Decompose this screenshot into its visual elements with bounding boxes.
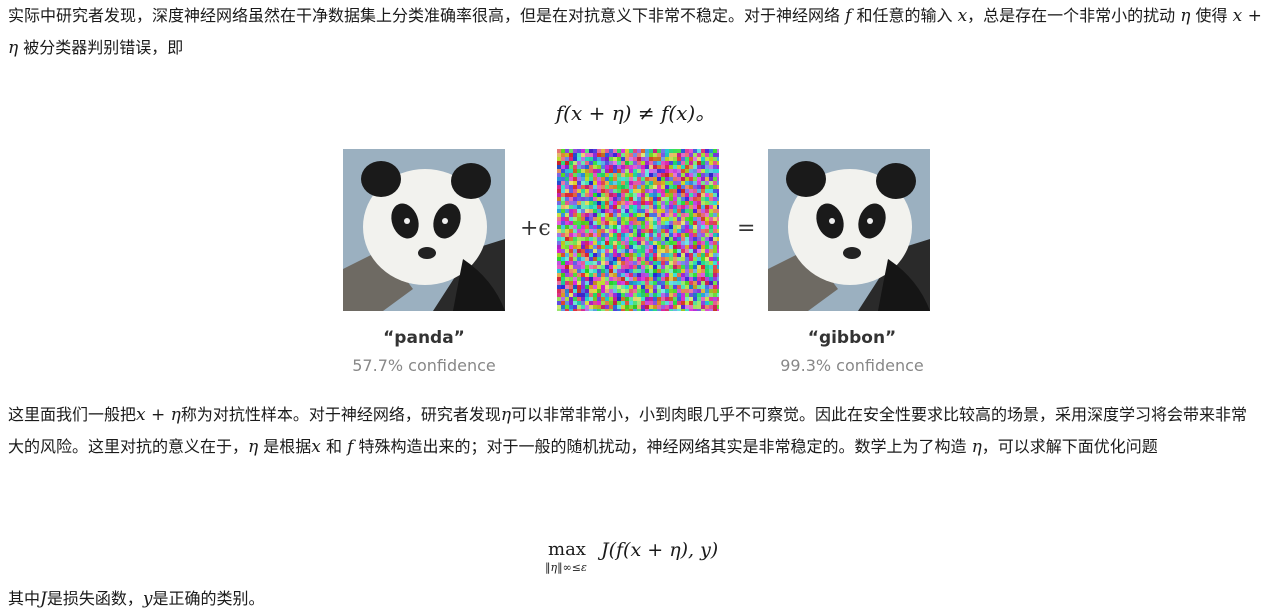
text: 被分类器判别错误，即 <box>18 38 184 57</box>
gibbon-confidence: 99.3% confidence <box>780 356 924 375</box>
text: 是根据 <box>258 437 312 456</box>
intro-paragraph: 实际中研究者发现，深度神经网络虽然在干净数据集上分类准确率很高，但是在对抗意义下… <box>8 0 1263 64</box>
adversarial-paragraph: 这里面我们一般把x + η称为对抗性样本。对于神经网络，研究者发现η可以非常非常… <box>8 399 1263 463</box>
panda-image <box>343 149 505 311</box>
gibbon-image <box>768 149 930 311</box>
math-x: x <box>311 437 321 457</box>
equals-sign: = <box>737 216 756 241</box>
text: 使得 <box>1190 6 1233 25</box>
gibbon-label: “gibbon” <box>807 328 897 348</box>
noise-image <box>557 149 719 311</box>
math-eta: η <box>1180 6 1191 26</box>
max-operator: max <box>548 539 586 560</box>
math-eta: η <box>971 437 982 457</box>
text: ，总是存在一个非常小的扰动 <box>967 6 1181 25</box>
math-eta: η <box>500 405 512 425</box>
max-subscript: ‖η‖∞≤ε <box>545 561 587 574</box>
math-j: J <box>40 589 47 609</box>
text: 称为对抗性样本。对于神经网络，研究者发现 <box>180 405 501 424</box>
panda-confidence: 57.7% confidence <box>352 356 496 375</box>
math-eta: η <box>248 437 259 457</box>
text: ，可以求解下面优化问题 <box>981 437 1158 456</box>
text: 特殊构造出来的；对于一般的随机扰动，神经网络其实是非常稳定的。数学上为了构造 <box>353 437 972 456</box>
plus-epsilon: +ϵ <box>520 216 551 241</box>
closing-paragraph: 其中J是损失函数，y是正确的类别。 <box>8 583 1263 615</box>
text: 是损失函数， <box>46 589 143 608</box>
text: 其中 <box>8 589 41 608</box>
inequality-equation: f(x + η) ≠ f(x)。 <box>555 101 716 125</box>
math-x-plus-eta: x + η <box>136 405 181 425</box>
panda-label: “panda” <box>383 328 465 348</box>
text: 和 <box>320 437 348 456</box>
text: 这里面我们一般把 <box>8 405 137 424</box>
text: 实际中研究者发现，深度神经网络虽然在干净数据集上分类准确率很高，但是在对抗意义下… <box>8 6 846 25</box>
text: 是正确的类别。 <box>152 589 265 608</box>
math-x: x <box>957 6 968 26</box>
text: 和任意的输入 <box>851 6 958 25</box>
objective-expression: J(f(x + η), y) <box>601 539 719 561</box>
